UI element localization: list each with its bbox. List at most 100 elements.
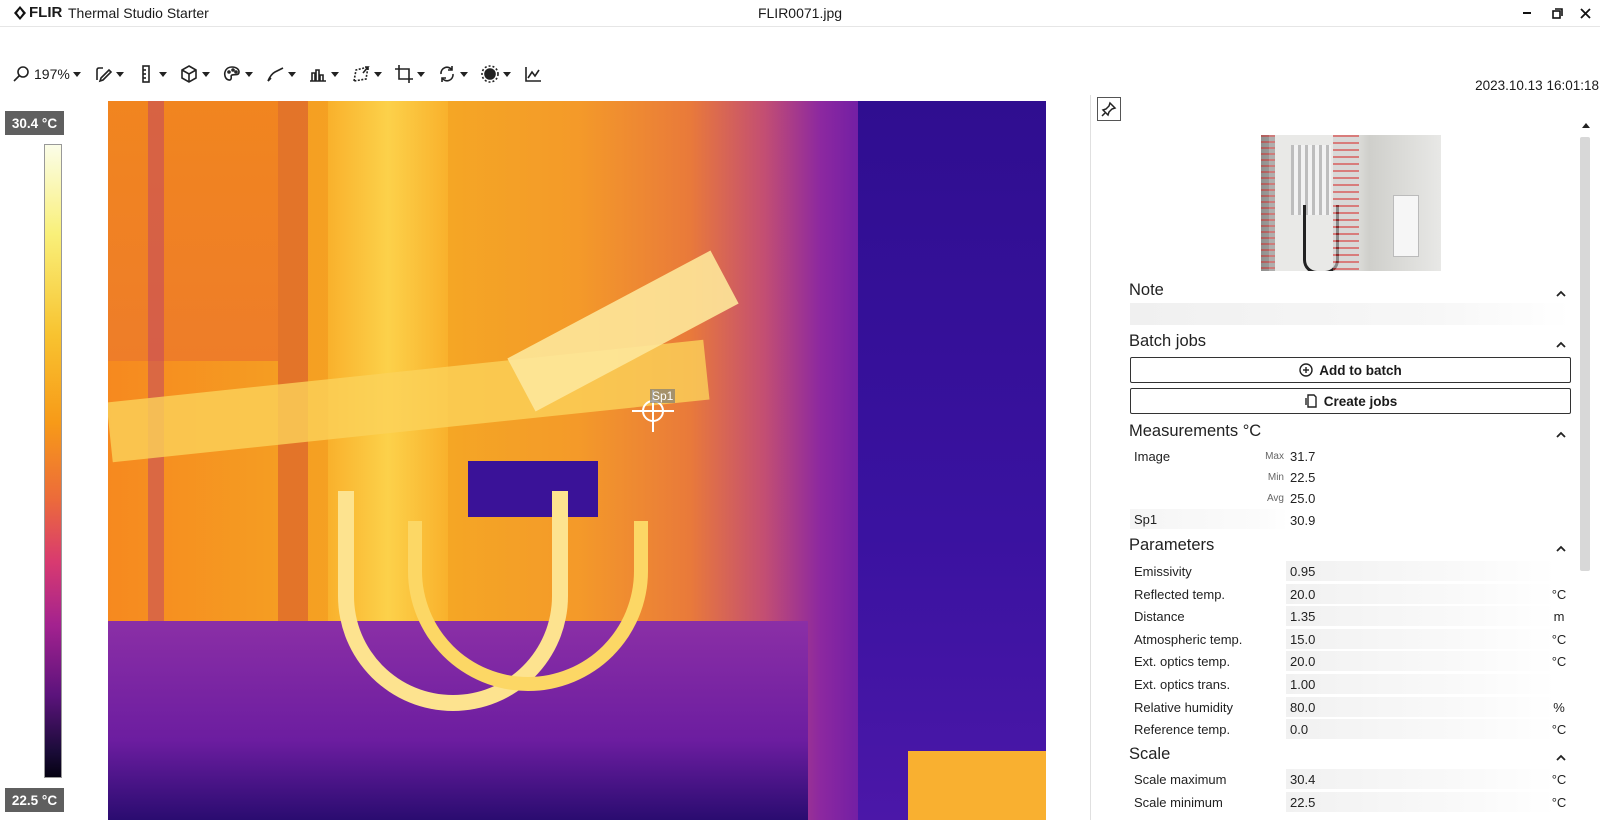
param-value[interactable]: 30.4 [1290,772,1315,787]
batch-section-title[interactable]: Batch jobs [1129,332,1206,351]
param-label: Ext. optics trans. [1134,677,1231,692]
measurements-collapse[interactable] [1556,426,1566,438]
param-label: Ext. optics temp. [1134,654,1231,670]
cube-tool[interactable] [173,62,216,86]
scale-min-label[interactable]: 22.5 °C [5,788,64,812]
parameters-collapse[interactable] [1556,540,1566,552]
minimize-icon [1523,12,1531,14]
stat-max-value: 31.7 [1290,449,1316,464]
chevron-down-icon [115,71,124,77]
parameters-section-title[interactable]: Parameters [1129,536,1214,555]
param-label: Relative humidity [1134,699,1233,715]
param-value-field[interactable] [1286,606,1556,627]
note-collapse[interactable] [1556,285,1566,297]
sp1-label: Sp1 [1134,512,1158,527]
add-to-batch-label: Add to batch [1319,362,1402,378]
histogram-icon [309,69,326,82]
param-label: Distance [1134,609,1185,625]
param-value[interactable]: 1.35 [1290,609,1315,624]
param-value[interactable]: 20.0 [1290,587,1315,602]
param-unit: °C [1551,722,1567,738]
crop-tool[interactable] [388,62,431,86]
rotate-icon [440,66,454,82]
panel-scrollbar[interactable] [1580,137,1590,571]
chevron-down-icon [158,71,167,77]
close-icon [1579,7,1591,19]
chevron-up-icon [1556,431,1566,438]
chevron-down-icon [502,71,511,77]
param-value-field[interactable] [1286,769,1556,789]
palette-tool[interactable] [216,62,259,86]
param-value-field[interactable] [1286,651,1556,672]
note-field[interactable] [1130,303,1571,325]
param-label: Scale minimum [1134,794,1223,810]
measurements-section-title[interactable]: Measurements °C [1129,422,1261,441]
toolbar: 197% [6,62,549,86]
scale-max-label[interactable]: 30.4 °C [5,111,64,135]
chevron-down-icon [330,71,339,77]
chevron-down-icon [244,71,253,77]
param-value[interactable]: 20.0 [1290,654,1315,669]
param-value-field[interactable] [1286,628,1556,649]
param-unit: m [1553,609,1565,625]
batch-collapse[interactable] [1556,336,1566,348]
chevron-down-icon [416,71,425,77]
zoom-dropdown[interactable]: 197% [6,62,87,86]
scale-collapse[interactable] [1556,749,1566,761]
color-scale-bar[interactable] [44,144,62,778]
thermal-image[interactable]: Sp1 [108,101,1046,820]
note-section-title[interactable]: Note [1129,281,1164,300]
scale-section-title[interactable]: Scale [1129,745,1170,764]
stat-avg-key: Avg [1266,493,1284,504]
minimize-button[interactable] [1516,3,1538,23]
transform-tool[interactable] [345,62,388,86]
chevron-up-icon [1556,290,1566,297]
title-bar: FLIR Thermal Studio Starter FLIR0071.jpg [0,0,1600,27]
stat-min-value: 22.5 [1290,470,1316,485]
flir-logo: FLIR [14,4,62,21]
ruler-tool[interactable] [130,62,173,86]
zoom-level: 197% [34,66,70,82]
param-value-field[interactable] [1286,791,1556,812]
param-value[interactable]: 80.0 [1290,700,1315,715]
visual-image-thumbnail[interactable] [1261,135,1441,271]
param-value[interactable]: 1.00 [1290,677,1315,692]
scroll-up-arrow[interactable] [1582,123,1590,128]
param-value[interactable]: 15.0 [1290,632,1315,647]
edit-tool[interactable] [87,62,130,86]
chevron-down-icon [459,71,468,77]
spot-label: Sp1 [650,389,676,403]
param-unit: °C [1551,794,1567,810]
add-to-batch-button[interactable]: Add to batch [1130,357,1571,383]
param-value-field[interactable] [1286,719,1556,740]
param-value[interactable]: 0.95 [1290,564,1315,579]
param-value-field[interactable] [1286,583,1556,604]
create-jobs-label: Create jobs [1323,393,1398,409]
rotate-tool[interactable] [431,62,474,86]
histogram-tool[interactable] [302,62,345,86]
param-value-field[interactable] [1286,674,1556,694]
trend-icon [525,67,541,82]
param-value-field[interactable] [1286,561,1556,581]
param-label: Emissivity [1134,564,1192,579]
param-value-field[interactable] [1286,696,1556,717]
param-unit: °C [1551,631,1567,647]
chevron-up-icon [1556,545,1566,552]
chevron-down-icon [72,71,81,77]
param-unit: °C [1551,586,1567,602]
create-jobs-button[interactable]: Create jobs [1130,388,1571,414]
maximize-button[interactable] [1546,3,1568,23]
search-icon [13,66,29,82]
trend-tool[interactable] [517,62,549,86]
exposure-tool[interactable] [474,62,517,86]
pen-tool[interactable] [259,62,302,86]
stat-avg-value: 25.0 [1290,491,1316,506]
param-value[interactable]: 0.0 [1290,722,1308,737]
chevron-down-icon [287,71,296,77]
close-button[interactable] [1574,3,1596,23]
transform-icon [352,65,370,82]
param-value[interactable]: 22.5 [1290,795,1315,810]
pin-icon [1101,101,1117,117]
pin-button[interactable] [1097,97,1121,121]
file-name: FLIR0071.jpg [757,5,843,21]
